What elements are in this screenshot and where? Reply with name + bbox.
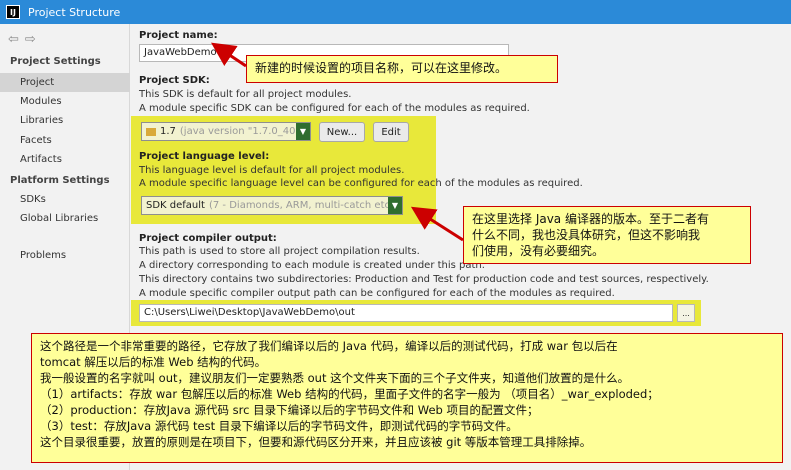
annotation-text: 们使用，没有必要细究。: [472, 244, 605, 258]
annotation-language-level: 在这里选择 Java 编译器的版本。至于二者有 什么不同，我也没具体研究，但这不…: [463, 206, 751, 264]
sidebar-item-problems[interactable]: Problems: [0, 246, 130, 265]
annotation-text: （1）artifacts：存放 war 包解压以后的标准 Web 结构的代码，里…: [40, 387, 659, 401]
forward-arrow-icon[interactable]: ⇨: [25, 32, 36, 47]
sdk-value: 1.7: [160, 126, 176, 137]
annotation-project-name: 新建的时候设置的项目名称，可以在这里修改。: [246, 55, 558, 83]
lang-description-2: A module specific language level can be …: [139, 178, 583, 189]
lang-value: SDK default: [146, 200, 205, 211]
output-description-3: This directory contains two subdirectori…: [139, 274, 709, 285]
sidebar-item-libraries[interactable]: Libraries: [0, 111, 130, 130]
annotation-text: tomcat 解压以后的标准 Web 结构的代码。: [40, 355, 267, 369]
annotation-compiler-output: 这个路径是一个非常重要的路径，它存放了我们编译以后的 Java 代码，编译以后的…: [31, 333, 783, 463]
compiler-output-label: Project compiler output:: [139, 233, 277, 244]
language-level-label: Project language level:: [139, 151, 270, 162]
annotation-text: 什么不同，我也没具体研究，但这不影响我: [472, 228, 701, 242]
annotation-text: （2）production：存放Java 源代码 src 目录下编译以后的字节码…: [40, 403, 539, 417]
back-arrow-icon[interactable]: ⇦: [8, 32, 19, 47]
sdk-description-1: This SDK is default for all project modu…: [139, 89, 352, 100]
nav-arrows: ⇦ ⇨: [8, 32, 36, 47]
output-description-1: This path is used to store all project c…: [139, 246, 420, 257]
language-level-combo[interactable]: SDK default (7 - Diamonds, ARM, multi-ca…: [141, 196, 403, 215]
compiler-output-path-input[interactable]: C:\Users\Liwei\Desktop\JavaWebDemo\out: [139, 304, 673, 322]
lang-detail: (7 - Diamonds, ARM, multi-catch etc.): [208, 200, 398, 211]
output-description-4: A module specific compiler output path c…: [139, 288, 615, 299]
intellij-icon: IJ: [6, 5, 20, 19]
annotation-text: （3）test：存放Java 源代码 test 目录下编译以后的字节码文件，即测…: [40, 419, 518, 433]
window-title: Project Structure: [28, 5, 121, 19]
folder-icon: [146, 127, 156, 136]
lang-description-1: This language level is default for all p…: [139, 165, 405, 176]
sdk-combo[interactable]: 1.7 (java version "1.7.0_40") ▼: [141, 122, 311, 141]
platform-settings-header: Platform Settings: [10, 175, 110, 186]
sdk-detail: (java version "1.7.0_40"): [179, 126, 305, 137]
sidebar-item-artifacts[interactable]: Artifacts: [0, 150, 130, 169]
browse-button[interactable]: ...: [677, 304, 695, 322]
project-settings-header: Project Settings: [10, 56, 101, 67]
chevron-down-icon: ▼: [296, 123, 310, 140]
output-description-2: A directory corresponding to each module…: [139, 260, 485, 271]
annotation-text: 这个目录很重要，放置的原则是在项目下，但要和源代码区分开来，并且应该被 git …: [40, 435, 592, 449]
annotation-text: 我一般设置的名字就叫 out，建议朋友们一定要熟悉 out 这个文件夹下面的三个…: [40, 371, 630, 385]
edit-sdk-button[interactable]: Edit: [373, 122, 409, 142]
project-sdk-label: Project SDK:: [139, 75, 210, 86]
chevron-down-icon: ▼: [388, 197, 402, 214]
sidebar-item-sdks[interactable]: SDKs: [0, 190, 130, 209]
sdk-description-2: A module specific SDK can be configured …: [139, 103, 530, 114]
sidebar-item-global-libraries[interactable]: Global Libraries: [0, 209, 130, 228]
project-name-label: Project name:: [139, 30, 218, 41]
sidebar-item-project[interactable]: Project: [0, 73, 130, 92]
sidebar-item-facets[interactable]: Facets: [0, 131, 130, 150]
annotation-text: 这个路径是一个非常重要的路径，它存放了我们编译以后的 Java 代码，编译以后的…: [40, 339, 618, 353]
annotation-text: 新建的时候设置的项目名称，可以在这里修改。: [255, 61, 508, 75]
annotation-text: 在这里选择 Java 编译器的版本。至于二者有: [472, 212, 709, 226]
sidebar-item-modules[interactable]: Modules: [0, 92, 130, 111]
new-sdk-button[interactable]: New...: [319, 122, 365, 142]
title-bar: IJ Project Structure: [0, 0, 791, 24]
